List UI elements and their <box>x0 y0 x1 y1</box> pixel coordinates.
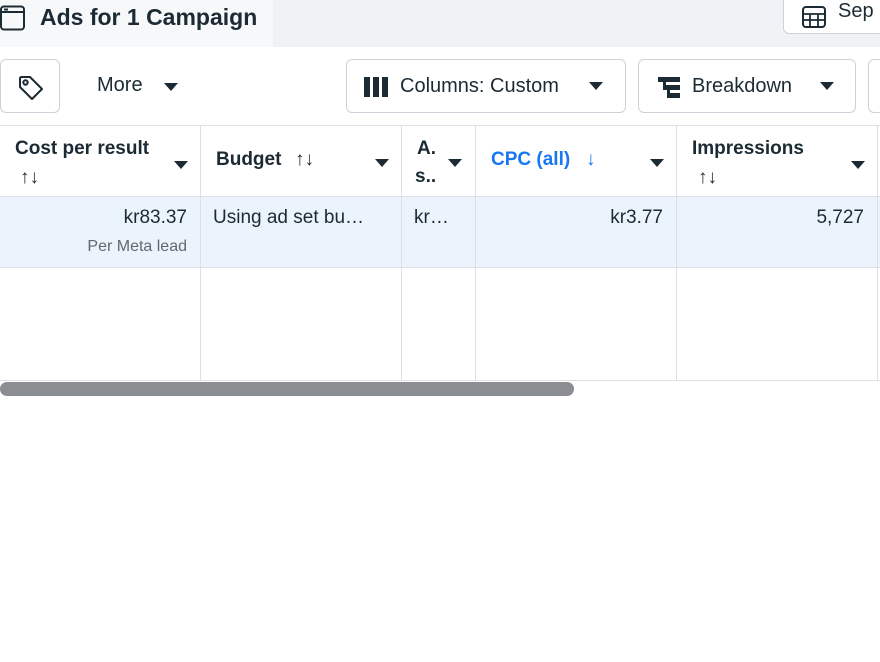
calendar-icon <box>802 6 826 28</box>
columns-label: Columns: Custom <box>400 75 559 97</box>
column-divider <box>676 125 677 381</box>
overflow-button[interactable] <box>868 59 880 113</box>
date-range-button[interactable]: Sep <box>783 0 880 34</box>
column-header-label: Cost per result <box>15 138 150 159</box>
columns-button[interactable]: Columns: Custom <box>346 59 626 113</box>
table-row[interactable]: kr83.37 Per Meta lead Using ad set bu… k… <box>0 197 880 268</box>
cell-budget: Using ad set bu… <box>213 207 365 228</box>
cell-truncated: kr… <box>414 207 449 228</box>
window-icon <box>0 5 25 31</box>
top-bar: Ads for 1 Campaign Sep <box>0 0 880 47</box>
tab-ads[interactable]: Ads for 1 Campaign <box>0 0 273 47</box>
chevron-down-icon[interactable] <box>375 159 389 167</box>
table-empty-area <box>0 268 880 381</box>
columns-icon <box>364 77 388 97</box>
page-title: Ads for 1 Campaign <box>40 4 258 30</box>
column-divider <box>200 125 201 381</box>
sort-icon[interactable]: ↑↓ <box>698 167 717 189</box>
column-header-label: A. <box>417 138 436 159</box>
breakdown-label: Breakdown <box>692 75 793 97</box>
table-header-row: Cost per result ↑↓ Budget ↑↓ A. s.. CPC … <box>0 125 880 197</box>
date-range-label: Sep <box>838 0 874 22</box>
chevron-down-icon[interactable] <box>650 159 664 167</box>
cell-cost-per-result: kr83.37 <box>123 207 187 228</box>
column-header-label: Impressions <box>692 138 804 159</box>
chevron-down-icon <box>589 82 603 90</box>
chevron-down-icon <box>164 83 178 91</box>
column-divider <box>877 125 878 381</box>
chevron-down-icon[interactable] <box>448 159 462 167</box>
column-header-label: CPC (all) <box>491 149 571 170</box>
cell-cost-per-result-sub: Per Meta lead <box>87 238 187 255</box>
column-divider <box>475 125 476 381</box>
sort-icon[interactable]: ↑↓ <box>20 167 39 189</box>
chevron-down-icon[interactable] <box>851 161 865 169</box>
ads-manager-page: Ads for 1 Campaign Sep More Columns: Cus… <box>0 0 880 662</box>
tag-button[interactable] <box>0 59 60 113</box>
column-header-label: Budget <box>216 149 282 170</box>
cell-impressions: 5,727 <box>816 207 864 228</box>
sort-icon[interactable]: ↑↓ <box>295 149 314 171</box>
toolbar: More Columns: Custom Breakdown <box>0 47 880 125</box>
tag-icon <box>19 76 43 100</box>
chevron-down-icon[interactable] <box>174 161 188 169</box>
cell-cpc-all: kr3.77 <box>610 207 663 228</box>
breakdown-icon <box>658 77 680 98</box>
column-header-label-line2: s.. <box>415 166 437 187</box>
breakdown-button[interactable]: Breakdown <box>638 59 856 113</box>
more-label: More <box>97 74 143 96</box>
horizontal-scrollbar[interactable] <box>0 382 574 396</box>
column-divider <box>401 125 402 381</box>
more-button[interactable]: More <box>78 59 198 113</box>
chevron-down-icon <box>820 82 834 90</box>
sort-descending-icon[interactable]: ↓ <box>586 149 596 171</box>
